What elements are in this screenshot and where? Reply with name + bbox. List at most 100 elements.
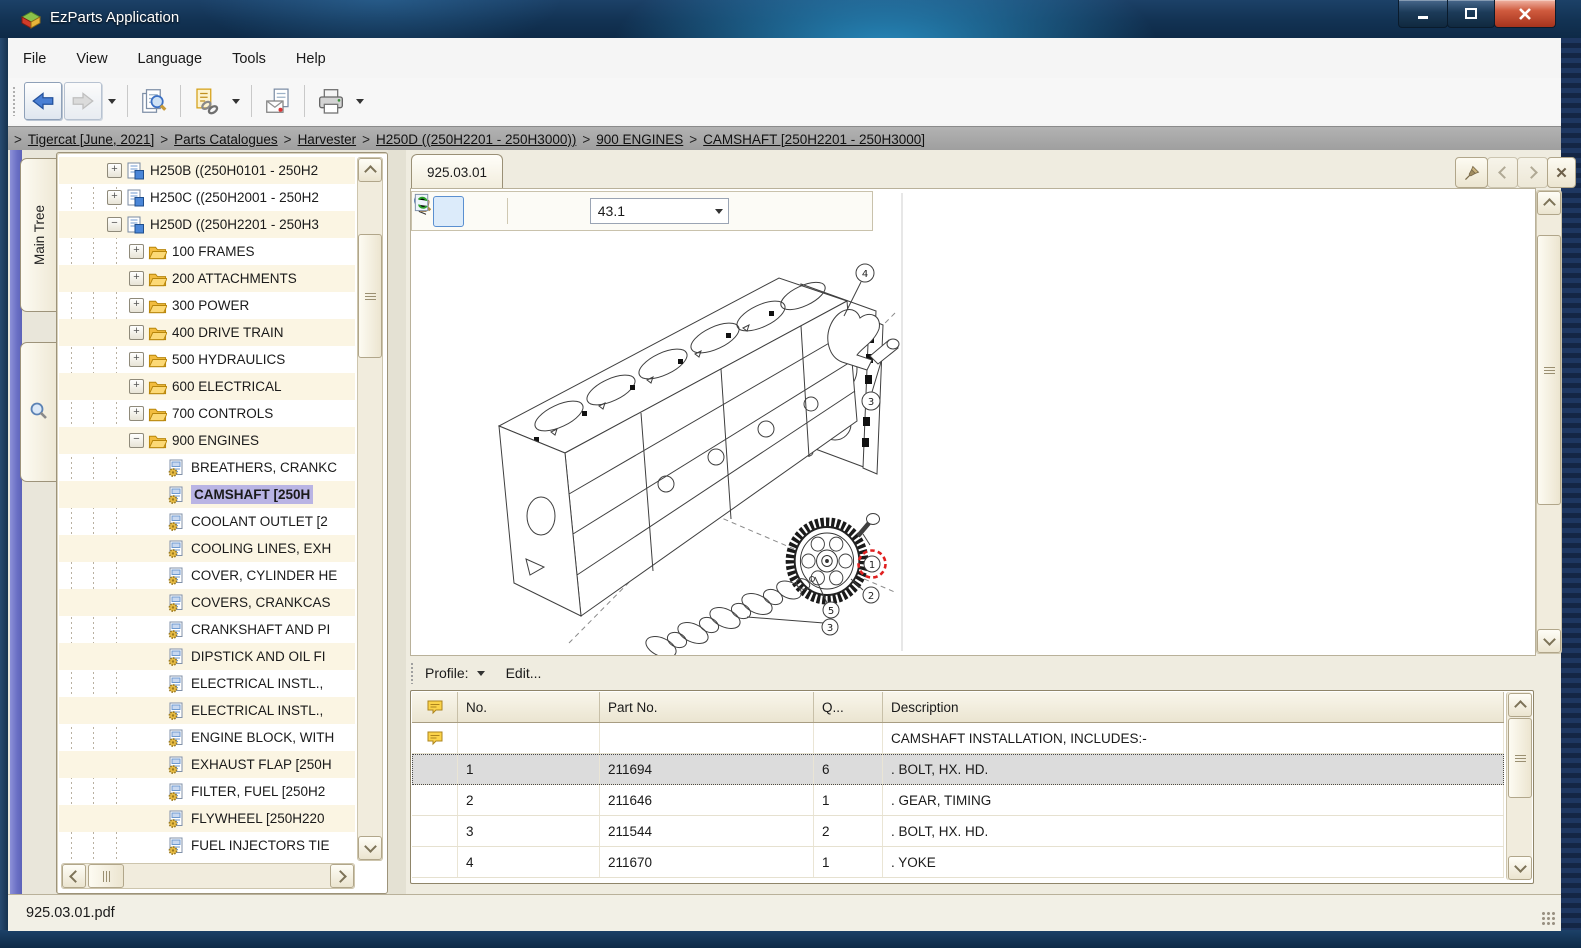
scroll-down-button[interactable]	[358, 836, 382, 860]
pin-button[interactable]	[1455, 157, 1488, 188]
column-header[interactable]: No.	[458, 692, 600, 722]
tree-item[interactable]: CAMSHAFT [250H	[59, 481, 355, 508]
zoom-level-combo[interactable]: 43.1	[590, 198, 729, 224]
tree-item[interactable]: COVER, CYLINDER HE	[59, 562, 355, 589]
tree-item[interactable]: FILTER, FUEL [250H2	[59, 778, 355, 805]
tree-item[interactable]: +H250C ((250H2001 - 250H2	[59, 184, 355, 211]
tree-item[interactable]: +200 ATTACHMENTS	[59, 265, 355, 292]
scroll-down-button[interactable]	[1508, 856, 1532, 880]
menu-tools[interactable]: Tools	[217, 47, 281, 71]
tree-item[interactable]: +H250B ((250H0101 - 250H2	[59, 157, 355, 184]
scroll-up-button[interactable]	[1508, 693, 1532, 717]
breadcrumb-link[interactable]: CAMSHAFT [250H2201 - 250H3000]	[703, 132, 925, 147]
tree-item[interactable]: EXHAUST FLAP [250H	[59, 751, 355, 778]
column-header[interactable]: Q...	[814, 692, 883, 722]
tree-item[interactable]: FLYWHEEL [250H220	[59, 805, 355, 832]
tree-item[interactable]: +300 POWER	[59, 292, 355, 319]
scroll-thumb[interactable]	[88, 864, 124, 888]
pan-tool-button[interactable]	[468, 196, 499, 227]
close-button[interactable]	[1494, 0, 1556, 28]
print-button[interactable]	[312, 82, 350, 120]
document-tab[interactable]: 925.03.01	[411, 154, 503, 190]
tree-item[interactable]: +100 FRAMES	[59, 238, 355, 265]
link-attachments-button[interactable]	[188, 82, 226, 120]
breadcrumb-link[interactable]: Tigercat [June, 2021]	[28, 132, 154, 147]
tab-search[interactable]	[20, 342, 57, 482]
tree-item[interactable]: FUEL INJECTORS TIE	[59, 832, 355, 859]
column-header[interactable]: Description	[883, 692, 1504, 722]
table-row[interactable]: 22116461. GEAR, TIMING	[412, 785, 1504, 816]
tab-main-tree[interactable]: Main Tree	[20, 158, 57, 312]
toolbar-grip[interactable]	[12, 86, 17, 116]
tree-item[interactable]: +600 ELECTRICAL	[59, 373, 355, 400]
expand-icon[interactable]: +	[129, 298, 144, 313]
link-dropdown[interactable]	[232, 99, 240, 104]
menu-view[interactable]: View	[61, 47, 122, 71]
scroll-thumb[interactable]	[1537, 235, 1561, 505]
table-row[interactable]: 12116946. BOLT, HX. HD.	[412, 754, 1504, 785]
profile-bar-grip[interactable]	[410, 662, 415, 684]
zoom-in-button[interactable]	[516, 196, 547, 227]
previous-page-button[interactable]	[1487, 157, 1518, 188]
resize-grip[interactable]	[1541, 911, 1557, 927]
collapse-icon[interactable]: −	[129, 433, 144, 448]
expand-icon[interactable]: +	[107, 163, 122, 178]
tree-item[interactable]: −900 ENGINES	[59, 427, 355, 454]
tree-item[interactable]: +400 DRIVE TRAIN	[59, 319, 355, 346]
expand-icon[interactable]: +	[129, 406, 144, 421]
tree-item[interactable]: +500 HYDRAULICS	[59, 346, 355, 373]
tree-item[interactable]: CRANKSHAFT AND PI	[59, 616, 355, 643]
expand-icon[interactable]: +	[107, 190, 122, 205]
expand-icon[interactable]: +	[129, 352, 144, 367]
table-vertical-scrollbar[interactable]	[1506, 692, 1532, 880]
refresh-button[interactable]	[737, 196, 768, 227]
history-dropdown[interactable]	[108, 99, 116, 104]
forward-button[interactable]	[64, 82, 102, 120]
scroll-down-button[interactable]	[1537, 629, 1561, 653]
panel-splitter[interactable]	[388, 150, 406, 894]
back-button[interactable]	[24, 82, 62, 120]
next-page-button[interactable]	[1517, 157, 1548, 188]
tree-item[interactable]: COOLING LINES, EXH	[59, 535, 355, 562]
table-row[interactable]: 42116701. YOKE	[412, 847, 1504, 878]
zoom-out-button[interactable]	[551, 196, 582, 227]
tree-item[interactable]: −H250D ((250H2201 - 250H3	[59, 211, 355, 238]
tree-item[interactable]: DIPSTICK AND OIL FI	[59, 643, 355, 670]
close-document-button[interactable]: ✕	[1547, 157, 1576, 188]
tree-vertical-scrollbar[interactable]	[357, 157, 383, 861]
breadcrumb-link[interactable]: Parts Catalogues	[174, 132, 278, 147]
print-dropdown[interactable]	[356, 99, 364, 104]
tree-horizontal-scrollbar[interactable]	[61, 863, 355, 889]
table-row[interactable]: CAMSHAFT INSTALLATION, INCLUDES:-	[412, 723, 1504, 754]
send-document-button[interactable]	[259, 82, 297, 120]
expand-icon[interactable]: +	[129, 271, 144, 286]
table-row[interactable]: 32115442. BOLT, HX. HD.	[412, 816, 1504, 847]
select-tool-button[interactable]	[433, 196, 464, 227]
tree-item[interactable]: ELECTRICAL INSTL.,	[59, 670, 355, 697]
tree-item[interactable]: ENGINE BLOCK, WITH	[59, 724, 355, 751]
scroll-left-button[interactable]	[62, 864, 86, 888]
column-header[interactable]: Part No.	[600, 692, 814, 722]
tree-item[interactable]: COVERS, CRANKCAS	[59, 589, 355, 616]
breadcrumb-link[interactable]: 900 ENGINES	[596, 132, 683, 147]
canvas-vertical-scrollbar[interactable]	[1536, 190, 1562, 654]
tree-item[interactable]: ELECTRICAL INSTL.,	[59, 697, 355, 724]
scroll-thumb[interactable]	[358, 234, 382, 358]
tree-item[interactable]: +700 CONTROLS	[59, 400, 355, 427]
tree-item[interactable]: COOLANT OUTLET [2	[59, 508, 355, 535]
maximize-button[interactable]	[1447, 0, 1495, 28]
expand-icon[interactable]: +	[129, 379, 144, 394]
tree-item[interactable]: BREATHERS, CRANKC	[59, 454, 355, 481]
preview-search-button[interactable]	[135, 82, 173, 120]
expand-icon[interactable]: +	[129, 325, 144, 340]
breadcrumb-link[interactable]: H250D ((250H2201 - 250H3000))	[376, 132, 576, 147]
menu-file[interactable]: File	[8, 47, 61, 71]
scroll-right-button[interactable]	[330, 864, 354, 888]
expand-icon[interactable]: +	[129, 244, 144, 259]
breadcrumb-link[interactable]: Harvester	[298, 132, 357, 147]
scroll-up-button[interactable]	[358, 158, 382, 182]
scroll-thumb[interactable]	[1508, 718, 1532, 798]
collapse-icon[interactable]: −	[107, 217, 122, 232]
menu-language[interactable]: Language	[123, 47, 218, 71]
edit-profile-button[interactable]: Edit...	[506, 665, 542, 681]
